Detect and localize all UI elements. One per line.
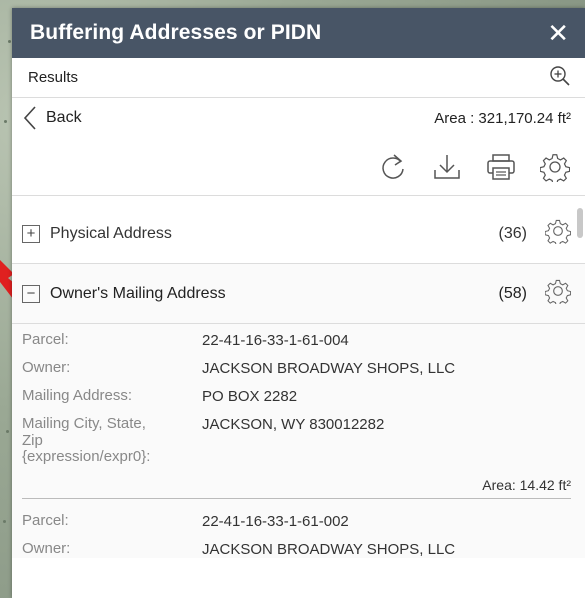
zoom-in-icon[interactable]	[549, 65, 571, 91]
field-value: 22-41-16-33-1-61-002	[202, 512, 349, 530]
panel-title: Buffering Addresses or PIDN	[30, 21, 322, 44]
layer-name: Physical Address	[50, 224, 172, 242]
close-icon[interactable]: ✕	[547, 20, 569, 46]
field-parcel: Parcel: 22-41-16-33-1-61-004	[22, 331, 571, 349]
back-label: Back	[46, 109, 82, 126]
field-mailing-city: Mailing City, State, Zip {expression/exp…	[22, 415, 571, 466]
buffer-panel: Buffering Addresses or PIDN ✕ Results Ba…	[12, 8, 585, 598]
layer-name: Owner's Mailing Address	[50, 284, 226, 302]
result-record[interactable]: Parcel: 22-41-16-33-1-61-002 Owner: JACK…	[12, 499, 585, 558]
collapse-icon[interactable]: −	[22, 284, 40, 303]
back-button[interactable]: Back	[22, 105, 82, 131]
chevron-left-icon	[23, 106, 36, 130]
field-label: Mailing City, State, Zip {expression/exp…	[22, 415, 202, 466]
refresh-icon[interactable]	[377, 151, 409, 183]
gear-icon[interactable]	[539, 151, 571, 183]
gear-icon[interactable]	[544, 218, 572, 249]
field-label: Mailing Address:	[22, 387, 133, 404]
total-area: Area : 321,170.24 ft²	[434, 109, 571, 127]
layer-row-physical-address[interactable]: + Physical Address (36)	[12, 204, 585, 264]
layer-count: (58)	[498, 284, 527, 302]
field-label: Parcel:	[22, 331, 69, 348]
expand-icon[interactable]: +	[22, 224, 40, 243]
download-icon[interactable]	[431, 151, 463, 183]
field-value: PO BOX 2282	[202, 388, 298, 405]
layer-row-owners-mailing-address[interactable]: − Owner's Mailing Address (58)	[12, 264, 585, 324]
record-area: Area: 14.42 ft²	[22, 477, 571, 499]
result-record[interactable]: Parcel: 22-41-16-33-1-61-004 Owner: JACK…	[12, 324, 585, 499]
layer-count: (36)	[498, 224, 527, 242]
gear-icon[interactable]	[544, 278, 572, 309]
toolbar	[12, 138, 585, 196]
field-owner: Owner: JACKSON BROADWAY SHOPS, LLC	[22, 539, 571, 558]
field-value: JACKSON BROADWAY SHOPS, LLC	[202, 360, 456, 377]
results-list: + Physical Address (36) − Owner's Mailin…	[12, 204, 585, 598]
field-label: Owner:	[22, 539, 71, 557]
field-owner: Owner: JACKSON BROADWAY SHOPS, LLC	[22, 359, 571, 377]
panel-titlebar: Buffering Addresses or PIDN ✕	[12, 8, 585, 58]
field-value: JACKSON BROADWAY SHOPS, LLC	[202, 540, 456, 558]
field-parcel: Parcel: 22-41-16-33-1-61-002	[22, 511, 571, 530]
field-value: JACKSON, WY 830012282	[202, 416, 385, 433]
layer-group-owners-mailing: − Owner's Mailing Address (58) Parcel: 2…	[12, 264, 585, 558]
field-label-line: Mailing City, State,	[22, 415, 146, 432]
field-label: Owner:	[22, 359, 71, 376]
field-label-line: Zip	[22, 431, 43, 449]
field-value: 22-41-16-33-1-61-004	[202, 332, 349, 349]
field-label: Parcel:	[22, 511, 69, 529]
field-mailing-address: Mailing Address: PO BOX 2282	[22, 387, 571, 405]
results-bar: Results	[12, 58, 585, 98]
field-label-line: {expression/expr0}:	[22, 448, 151, 465]
results-label: Results	[28, 69, 79, 86]
print-icon[interactable]	[485, 151, 517, 183]
nav-row: Back Area : 321,170.24 ft²	[12, 98, 585, 138]
